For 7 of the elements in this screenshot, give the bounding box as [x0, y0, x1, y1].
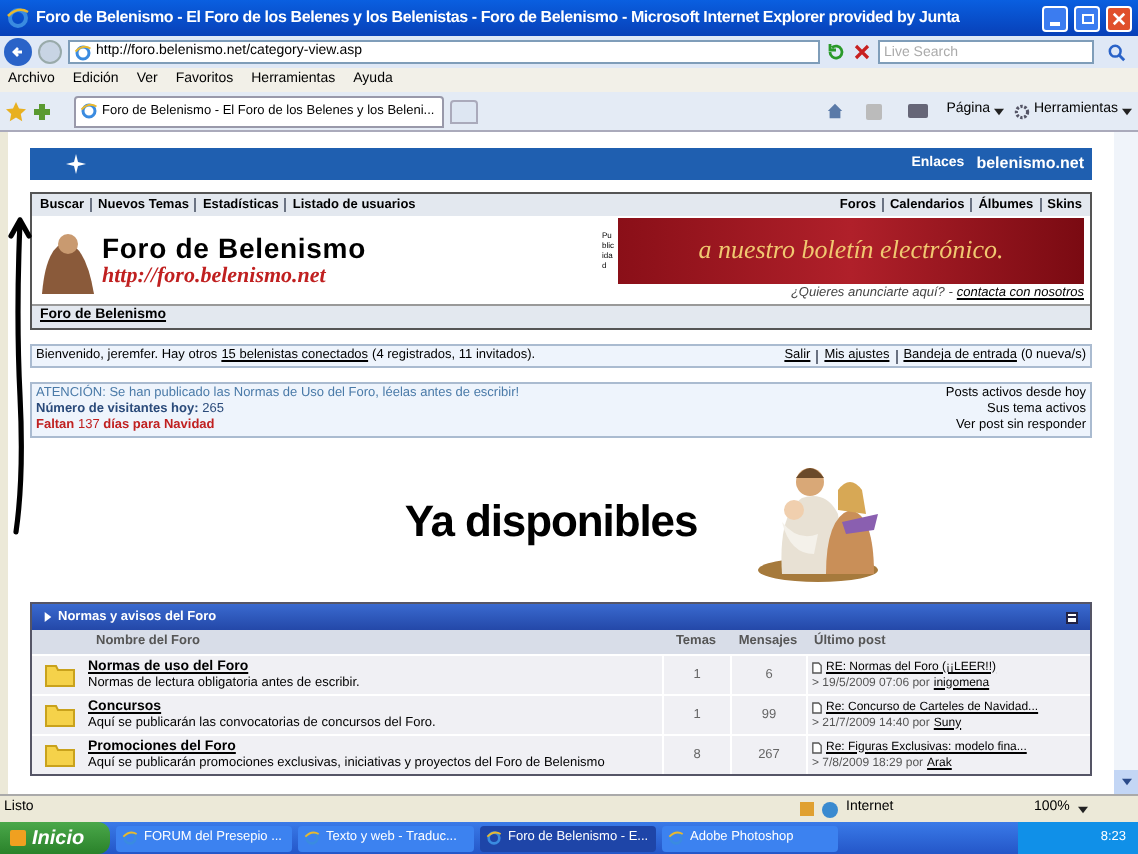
forum-logo-title: Foro de Belenismo [102, 231, 366, 263]
ad-banner[interactable]: a nuestro boletín electrónico. [618, 217, 1084, 284]
promo-headline: Ya disponibles [404, 494, 698, 550]
site-name[interactable]: belenismo.net [976, 152, 1084, 176]
forum-logo-url: http://foro.belenismo.net [102, 263, 328, 289]
window-title: Foro de Belenismo - El Foro de los Belenes y los Belenistas - Foro de Belenismo - Microsoft Internet Explorer provided by Junta [36, 6, 962, 30]
start-button[interactable]: Inicio [0, 822, 110, 854]
